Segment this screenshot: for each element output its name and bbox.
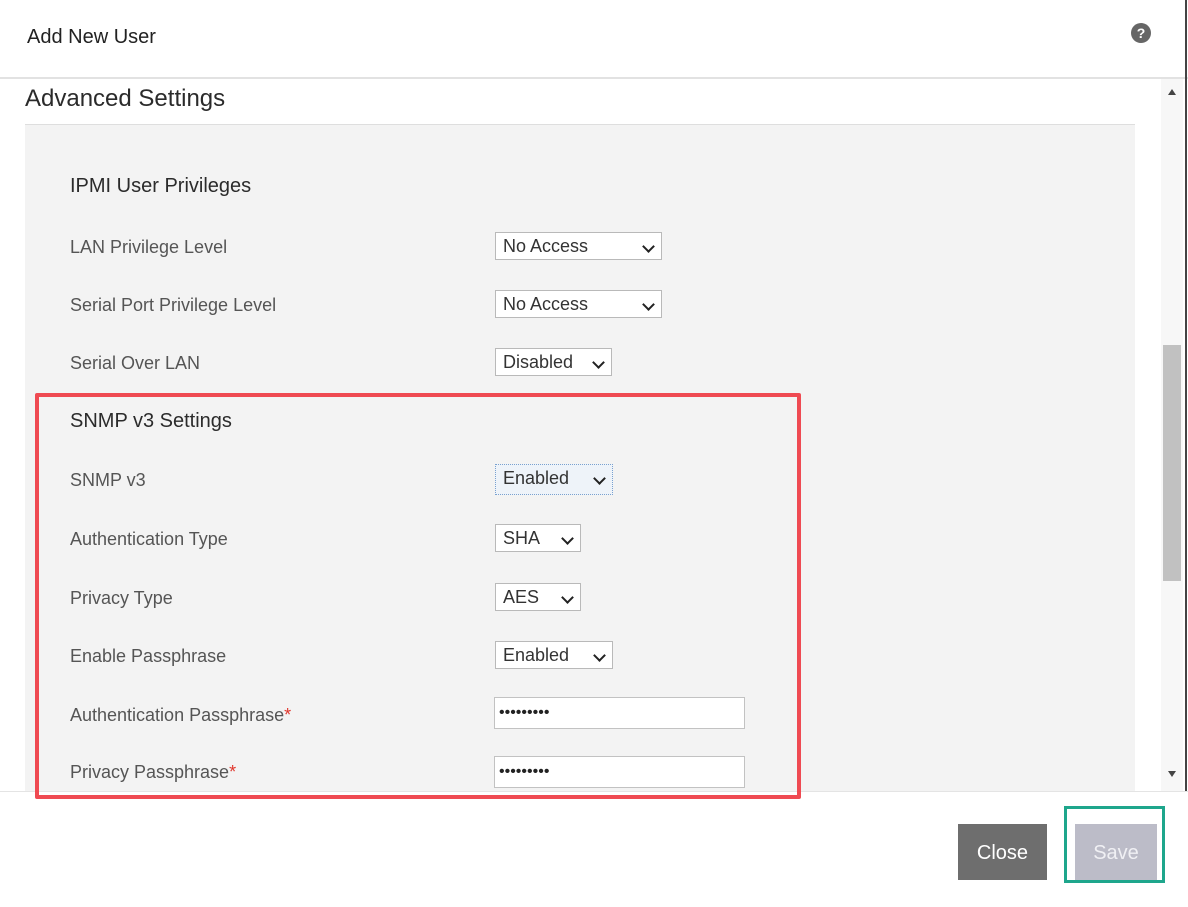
- authentication-passphrase-label: Authentication Passphrase*: [70, 705, 291, 726]
- privacy-passphrase-input[interactable]: •••••••••: [494, 756, 745, 788]
- privacy-type-select[interactable]: AES: [495, 583, 581, 611]
- save-button[interactable]: Save: [1075, 824, 1157, 880]
- chevron-down-icon: [642, 298, 655, 311]
- enable-passphrase-value: Enabled: [503, 645, 570, 665]
- authentication-type-label: Authentication Type: [70, 529, 228, 549]
- snmp-v3-value: Enabled: [503, 468, 570, 488]
- chevron-down-icon: [593, 472, 606, 485]
- advanced-settings-panel: IPMI User Privileges LAN Privilege Level…: [25, 125, 1135, 791]
- serial-port-privilege-select[interactable]: No Access: [495, 290, 662, 318]
- chevron-down-icon: [593, 649, 606, 662]
- authentication-passphrase-input[interactable]: •••••••••: [494, 697, 745, 729]
- add-user-dialog: Add New User ? Advanced Settings IPMI Us…: [0, 0, 1188, 907]
- enable-passphrase-label: Enable Passphrase: [70, 646, 227, 666]
- advanced-settings-title: Advanced Settings: [25, 85, 226, 112]
- vertical-scrollbar[interactable]: [1161, 79, 1183, 791]
- snmp-settings-title: SNMP v3 Settings: [70, 410, 232, 432]
- snmp-v3-select[interactable]: Enabled: [495, 464, 613, 495]
- question-circle-icon[interactable]: ?: [1131, 23, 1151, 43]
- dialog-body: Advanced Settings IPMI User Privileges L…: [9, 79, 1157, 791]
- authentication-type-value: SHA: [503, 528, 541, 548]
- serial-port-privilege-value: No Access: [503, 294, 589, 314]
- close-button[interactable]: Close: [958, 824, 1047, 880]
- required-marker: *: [284, 705, 292, 725]
- enable-passphrase-select[interactable]: Enabled: [495, 641, 613, 669]
- serial-over-lan-label: Serial Over LAN: [70, 353, 201, 373]
- dialog-title: Add New User: [27, 26, 156, 48]
- privacy-type-value: AES: [503, 587, 540, 607]
- required-marker: *: [229, 762, 237, 782]
- privacy-passphrase-label-text: Privacy Passphrase: [70, 762, 230, 782]
- authentication-passphrase-label-text: Authentication Passphrase: [70, 705, 285, 725]
- ipmi-privileges-title: IPMI User Privileges: [70, 175, 252, 197]
- lan-privilege-value: No Access: [503, 236, 589, 256]
- chevron-down-icon: [561, 532, 574, 545]
- lan-privilege-label: LAN Privilege Level: [70, 237, 228, 257]
- serial-over-lan-select[interactable]: Disabled: [495, 348, 612, 376]
- chevron-down-icon: [642, 240, 655, 253]
- scroll-down-arrow-icon[interactable]: [1168, 771, 1176, 777]
- authentication-type-select[interactable]: SHA: [495, 524, 581, 552]
- lan-privilege-select[interactable]: No Access: [495, 232, 662, 260]
- snmp-v3-label: SNMP v3: [70, 470, 146, 490]
- privacy-type-label: Privacy Type: [70, 588, 173, 608]
- scroll-up-arrow-icon[interactable]: [1168, 89, 1176, 95]
- window-edge: [1185, 0, 1187, 906]
- privacy-passphrase-label: Privacy Passphrase*: [70, 762, 236, 783]
- dialog-footer: Close Save: [0, 791, 1188, 907]
- chevron-down-icon: [561, 591, 574, 604]
- scrollbar-thumb[interactable]: [1163, 345, 1181, 581]
- serial-port-privilege-label: Serial Port Privilege Level: [70, 295, 277, 315]
- dialog-header: Add New User ?: [0, 0, 1188, 79]
- serial-over-lan-value: Disabled: [503, 352, 574, 372]
- chevron-down-icon: [592, 356, 605, 369]
